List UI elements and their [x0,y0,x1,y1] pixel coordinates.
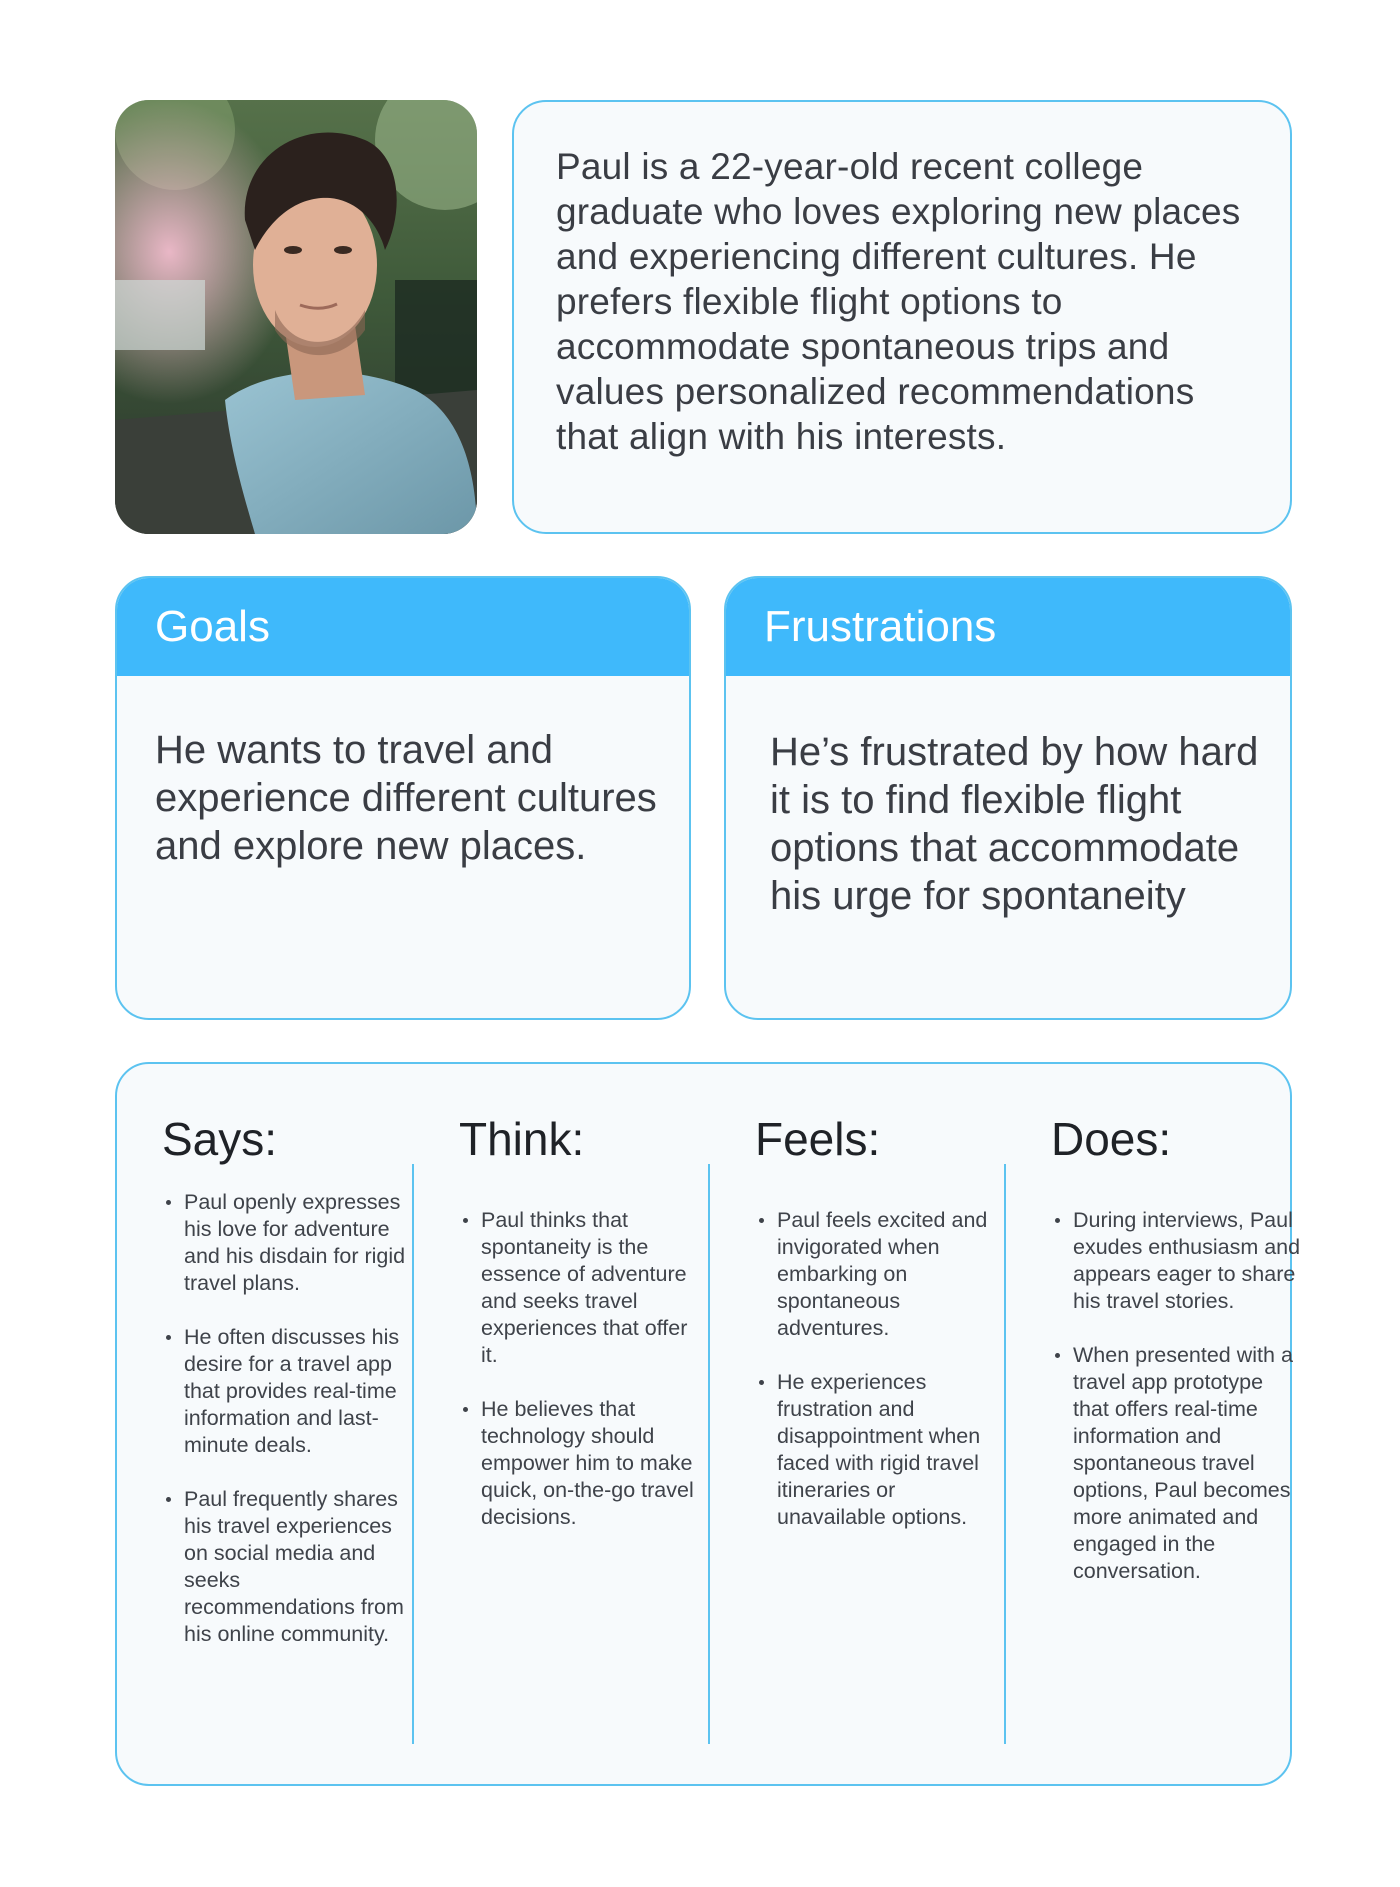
frustrations-panel: Frustrations He’s frustrated by how hard… [724,576,1292,1020]
list-item: When presented with a travel app prototy… [1055,1342,1301,1585]
persona-photo [115,100,477,534]
does-title: Does: [1051,1113,1172,1165]
goals-text: He wants to travel and experience differ… [155,728,657,868]
list-item: He often discusses his desire for a trav… [166,1324,412,1459]
think-title: Think: [459,1113,585,1165]
column-divider [708,1164,710,1744]
bio-text: Paul is a 22-year-old recent college gra… [556,146,1241,457]
says-list: Paul openly expresses his love for adven… [162,1189,412,1675]
does-list: During interviews, Paul exudes enthusias… [1051,1207,1301,1612]
says-title: Says: [162,1113,278,1165]
frustrations-text: He’s frustrated by how hard it is to fin… [770,730,1259,918]
portrait-photo-icon [115,100,477,534]
column-divider [1004,1164,1006,1744]
column-divider [412,1164,414,1744]
feels-list: Paul feels excited and invigorated when … [755,1207,1005,1558]
empathy-map: Says: Paul openly expresses his love for… [115,1062,1300,1786]
list-item: Paul feels excited and invigorated when … [759,1207,1005,1342]
think-list: Paul thinks that spontaneity is the esse… [459,1207,709,1558]
goals-panel: Goals He wants to travel and experience … [115,576,691,1020]
list-item: He experiences frustration and disappoin… [759,1369,1005,1531]
list-item: Paul thinks that spontaneity is the esse… [463,1207,709,1369]
list-item: Paul frequently shares his travel experi… [166,1486,412,1648]
goals-title: Goals [117,578,689,676]
bio-card: Paul is a 22-year-old recent college gra… [512,100,1292,534]
list-item: Paul openly expresses his love for adven… [166,1189,412,1297]
feels-title: Feels: [755,1113,881,1165]
list-item: He believes that technology should empow… [463,1396,709,1531]
frustrations-title: Frustrations [726,578,1290,676]
list-item: During interviews, Paul exudes enthusias… [1055,1208,1301,1313]
